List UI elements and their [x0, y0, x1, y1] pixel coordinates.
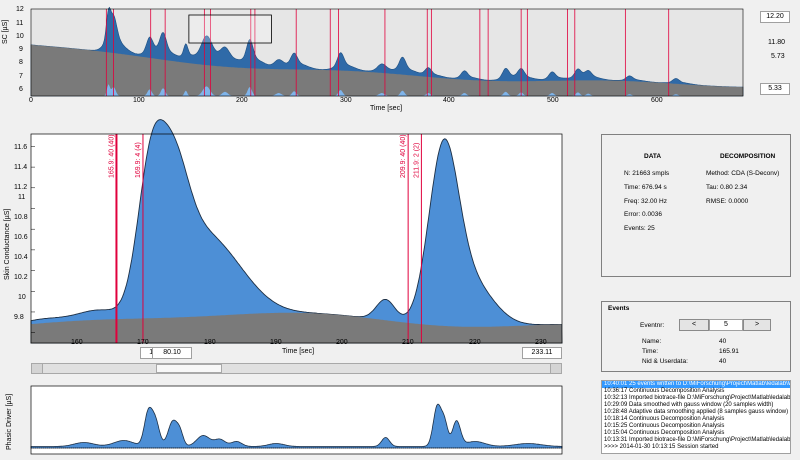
overview-ytick: 6 — [19, 86, 23, 93]
main-event-label: 211.9: 2 (2) — [413, 143, 420, 178]
data-error: Error: 0.0036 — [624, 211, 662, 218]
overview-ymax-field[interactable]: 12.20 — [760, 11, 790, 23]
main-ytick: 10.8 — [14, 214, 28, 221]
overview-ytick: 11 — [16, 20, 24, 27]
log-line[interactable]: 10:29:09 Data smoothed with gauss window… — [602, 402, 790, 409]
events-title: Events — [608, 305, 630, 312]
main-ytick: 11.6 — [14, 144, 28, 151]
event-name-value: 40 — [719, 338, 727, 345]
log-line[interactable]: 10:36:17 Continuous Decomposition Analys… — [602, 388, 790, 395]
main-xtick: 230 — [535, 339, 547, 346]
overview-zoom-window — [188, 14, 272, 44]
event-time-label: Time: — [642, 348, 659, 355]
overview-xtick: 600 — [651, 97, 663, 104]
main-xmax-field[interactable]: 233.11 — [522, 347, 562, 359]
overview-chart[interactable] — [30, 6, 744, 97]
data-freq: Freq: 32.00 Hz — [624, 198, 667, 205]
overview-xtick: 400 — [443, 97, 455, 104]
data-time: Time: 676.94 s — [624, 184, 667, 191]
log-line-selected[interactable]: 10:40:01 25 events written to D:\MiForsc… — [602, 381, 790, 388]
data-events: Events: 25 — [624, 225, 655, 232]
overview-value-2: 5.73 — [771, 53, 785, 60]
log-line[interactable]: >>>> 2014-01-30 10:13:15 Session started — [602, 444, 790, 451]
info-panel: DATA DECOMPOSITION N: 21663 smpls Time: … — [601, 134, 791, 277]
eventnr-field[interactable]: 5 — [709, 319, 743, 331]
log-line[interactable]: 10:28:48 Adaptive data smoothing applied… — [602, 409, 790, 416]
overview-ymin-field[interactable]: 5.33 — [760, 83, 790, 95]
event-time-value: 165.91 — [719, 348, 739, 355]
main-ylabel: Skin Conductance [µS] — [4, 208, 11, 280]
main-xtick: 190 — [270, 339, 282, 346]
overview-xtick: 500 — [547, 97, 559, 104]
eventnr-label: Eventnr: — [640, 322, 665, 329]
overview-ylabel: SC [µS] — [2, 19, 9, 44]
main-xlabel: Time [sec] — [282, 348, 315, 355]
overview-plot[interactable] — [30, 6, 744, 97]
log-line[interactable]: 10:15:25 Continuous Decomposition Analys… — [602, 423, 790, 430]
main-event-label: 209.9: 40 (40) — [400, 134, 407, 178]
overview-xtick: 100 — [133, 97, 145, 104]
events-panel: Events Eventnr: < 5 > Name: 40 Time: 165… — [601, 301, 791, 372]
overview-xtick: 300 — [340, 97, 352, 104]
main-ytick: 11 — [18, 194, 26, 201]
decomp-method: Method: CDA (S-Deconv) — [706, 170, 780, 177]
main-xtick: 220 — [469, 339, 481, 346]
main-scrollbar[interactable] — [31, 363, 562, 374]
data-samples: N: 21663 smpls — [624, 170, 670, 177]
prev-event-button[interactable]: < — [679, 319, 709, 331]
scroll-left-button[interactable] — [32, 364, 43, 373]
main-ytick: 10.2 — [14, 274, 28, 281]
log-line[interactable]: 10:18:14 Continuous Decomposition Analys… — [602, 416, 790, 423]
event-nid-label: Nid & Userdata: — [642, 358, 688, 365]
main-xtick: 180 — [204, 339, 216, 346]
overview-ytick: 10 — [16, 33, 24, 40]
phasic-chart[interactable] — [30, 385, 563, 455]
phasic-driver-area — [30, 403, 563, 449]
main-event-label: 165.9: 40 (40) — [108, 134, 115, 178]
main-ytick: 11.4 — [14, 164, 28, 171]
phasic-ylabel: Phasic Driver [µS] — [6, 393, 13, 450]
scroll-thumb[interactable] — [156, 364, 222, 373]
overview-xtick: 0 — [29, 97, 33, 104]
overview-ytick: 12 — [16, 6, 24, 13]
main-ytick: 11.2 — [14, 184, 28, 191]
main-event-label: 169.9: 4 (4) — [135, 142, 142, 178]
main-xtick: 160 — [71, 339, 83, 346]
overview-xtick: 200 — [236, 97, 248, 104]
log-line[interactable]: 10:32:13 Imported biotrace-file D:\MiFor… — [602, 395, 790, 402]
decomposition-section-title: DECOMPOSITION — [720, 153, 776, 160]
log-line[interactable]: 10:15:04 Continuous Decomposition Analys… — [602, 430, 790, 437]
main-xtick: 200 — [336, 339, 348, 346]
main-ytick: 9.8 — [14, 314, 24, 321]
event-nid-value: 40 — [719, 358, 727, 365]
scroll-right-button[interactable] — [550, 364, 561, 373]
next-event-button[interactable]: > — [743, 319, 771, 331]
decomp-tau: Tau: 0.80 2.34 — [706, 184, 748, 191]
decomp-rmse: RMSE: 0.0000 — [706, 198, 749, 205]
main-xtick: 170 — [137, 339, 149, 346]
main-xwidth-field[interactable]: 80.10 — [152, 347, 192, 359]
overview-ytick: 7 — [19, 73, 23, 80]
log-line[interactable]: 10:13:31 Imported biotrace-file D:\MiFor… — [602, 437, 790, 444]
overview-value-1: 11.80 — [768, 39, 785, 46]
main-xtick: 210 — [402, 339, 414, 346]
main-ytick: 10.4 — [14, 254, 28, 261]
main-ytick: 10 — [18, 294, 26, 301]
event-name-label: Name: — [642, 338, 662, 345]
main-ytick: 10.6 — [14, 234, 28, 241]
main-chart[interactable]: 165.9: 40 (40) 169.9: 4 (4) 209.9: 40 (40)… — [30, 119, 563, 344]
phasic-plot[interactable] — [30, 385, 563, 455]
overview-ytick: 9 — [19, 46, 23, 53]
main-plot[interactable]: 165.9: 40 (40) 169.9: 4 (4) 209.9: 40 (40)… — [30, 119, 563, 344]
overview-xlabel: Time [sec] — [370, 105, 403, 112]
overview-ytick: 8 — [19, 59, 23, 66]
data-section-title: DATA — [644, 153, 662, 160]
session-log[interactable]: 10:40:01 25 events written to D:\MiForsc… — [601, 380, 791, 454]
